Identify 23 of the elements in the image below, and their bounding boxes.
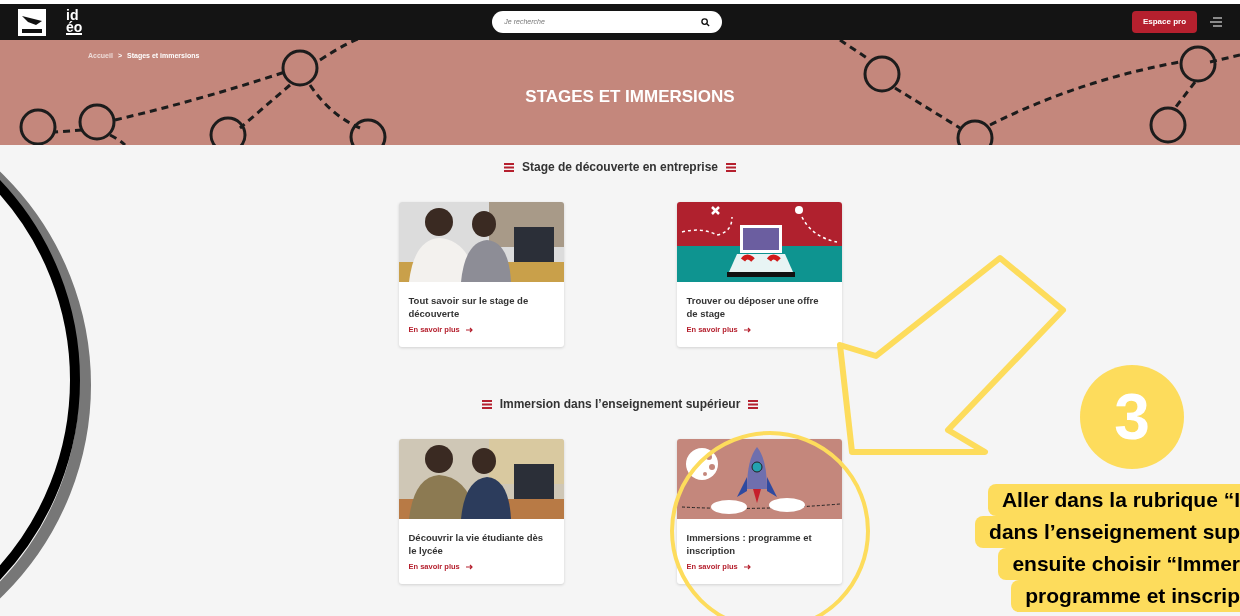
card-title: Découvrir la vie étudiante dès le lycée — [408, 531, 545, 557]
bars-icon — [726, 162, 737, 172]
section-heading: Stage de découverte en entreprise — [521, 159, 719, 176]
arrow-right-icon — [743, 563, 751, 570]
bars-icon — [503, 162, 514, 172]
espace-pro-button[interactable]: Espace pro — [1132, 11, 1197, 33]
page-title: STAGES ET IMMERSIONS — [525, 85, 735, 108]
card-title: Immersions : programme et inscription — [686, 531, 813, 557]
logo-text: id — [66, 9, 79, 21]
bars-icon — [481, 399, 492, 409]
ideo-logo[interactable]: id éo — [66, 9, 83, 35]
bars-icon — [748, 399, 759, 409]
search-icon[interactable] — [701, 17, 711, 27]
arrow-right-icon — [465, 326, 473, 333]
section-heading: Immersion dans l’enseignement supérieur — [499, 396, 741, 413]
card-title: Trouver ou déposer une offre de stage — [686, 294, 820, 320]
card-title: Tout savoir sur le stage de découverte — [408, 294, 530, 320]
region-logo-icon — [18, 8, 46, 36]
arrow-right-icon — [465, 563, 473, 570]
menu-icon[interactable] — [1210, 17, 1222, 27]
logo-text: éo — [66, 21, 83, 33]
arrow-right-icon — [743, 326, 751, 333]
step-badge: 3 — [1080, 365, 1184, 469]
